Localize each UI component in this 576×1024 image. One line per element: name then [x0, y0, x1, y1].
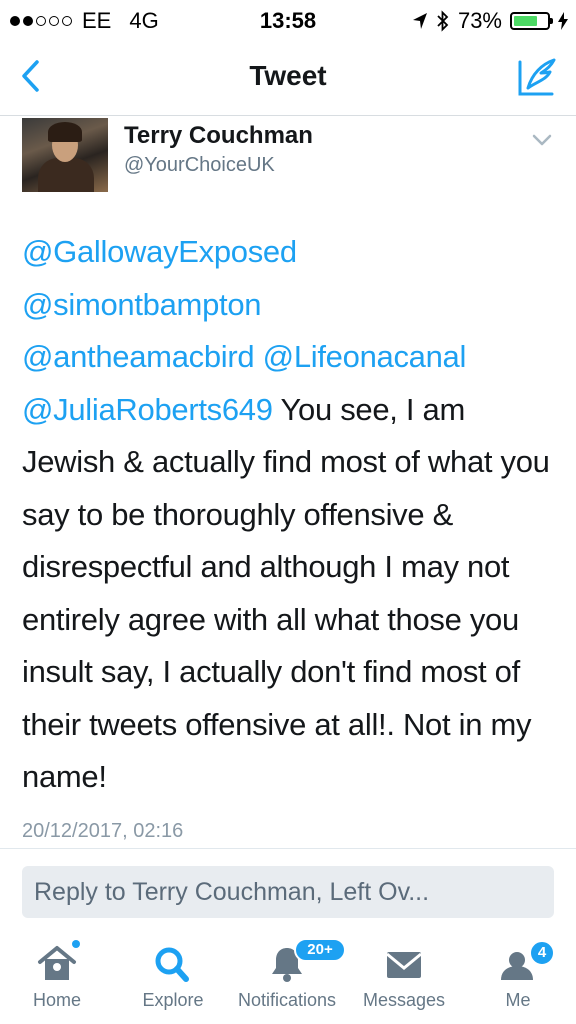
- chevron-down-icon: [532, 134, 552, 146]
- reply-placeholder: Reply to Terry Couchman, Left Ov...: [34, 877, 430, 906]
- tweet-body-text: You see, I am Jewish & actually find mos…: [22, 391, 550, 795]
- tweet-text: @GallowayExposed @simontbampton @antheam…: [22, 226, 562, 804]
- mention-link[interactable]: @antheamacbird: [22, 339, 255, 374]
- avatar[interactable]: [22, 118, 108, 192]
- compose-feather-icon: [518, 58, 556, 96]
- search-icon: [148, 930, 198, 986]
- bluetooth-icon: [437, 10, 449, 32]
- tweet-header: Terry Couchman @YourChoiceUK: [0, 116, 576, 196]
- tab-home[interactable]: Home: [14, 930, 100, 1024]
- me-count-badge: 4: [529, 940, 555, 966]
- tab-label: Explore: [142, 990, 204, 1010]
- person-icon: 4: [493, 930, 555, 986]
- battery-percent: 73%: [457, 8, 502, 33]
- mention-link[interactable]: @GallowayExposed: [22, 234, 297, 269]
- tab-explore[interactable]: Explore: [130, 930, 216, 1024]
- author-handle[interactable]: @YourChoiceUK: [124, 154, 275, 177]
- tweet-options-button[interactable]: [530, 128, 554, 152]
- compose-tweet-button[interactable]: [516, 56, 560, 100]
- tab-label: Notifications: [237, 990, 337, 1010]
- author-name[interactable]: Terry Couchman: [124, 122, 313, 150]
- tab-me[interactable]: 4 Me: [480, 930, 556, 1024]
- tab-notifications[interactable]: 20+ Notifications: [228, 930, 346, 1024]
- tab-label: Messages: [362, 990, 446, 1010]
- envelope-icon: [379, 930, 429, 986]
- mention-link[interactable]: @Lifeonacanal: [263, 339, 467, 374]
- reply-input[interactable]: Reply to Terry Couchman, Left Ov...: [22, 866, 554, 918]
- tab-label: Home: [32, 990, 81, 1010]
- divider: [0, 848, 576, 849]
- notification-count-badge: 20+: [294, 938, 346, 962]
- status-right: 73%: [412, 8, 568, 34]
- navigation-bar: Tweet: [0, 40, 576, 116]
- tab-label: Me: [505, 990, 531, 1010]
- page-title: Tweet: [249, 60, 327, 91]
- charging-bolt-icon: [558, 12, 568, 30]
- bell-icon: 20+: [262, 930, 346, 986]
- home-icon: [32, 930, 82, 986]
- tab-bar: Home Explore 20+ Notifications Messages …: [0, 930, 576, 1024]
- tab-messages[interactable]: Messages: [356, 930, 452, 1024]
- tweet-timestamp: 20/12/2017, 02:16: [22, 820, 184, 842]
- status-bar: EE 4G 13:58 73%: [0, 0, 576, 40]
- mention-link[interactable]: @JuliaRoberts649: [22, 392, 273, 427]
- mention-link[interactable]: @simontbampton: [22, 287, 262, 322]
- location-arrow-icon: [412, 13, 427, 29]
- battery-icon: [510, 12, 553, 30]
